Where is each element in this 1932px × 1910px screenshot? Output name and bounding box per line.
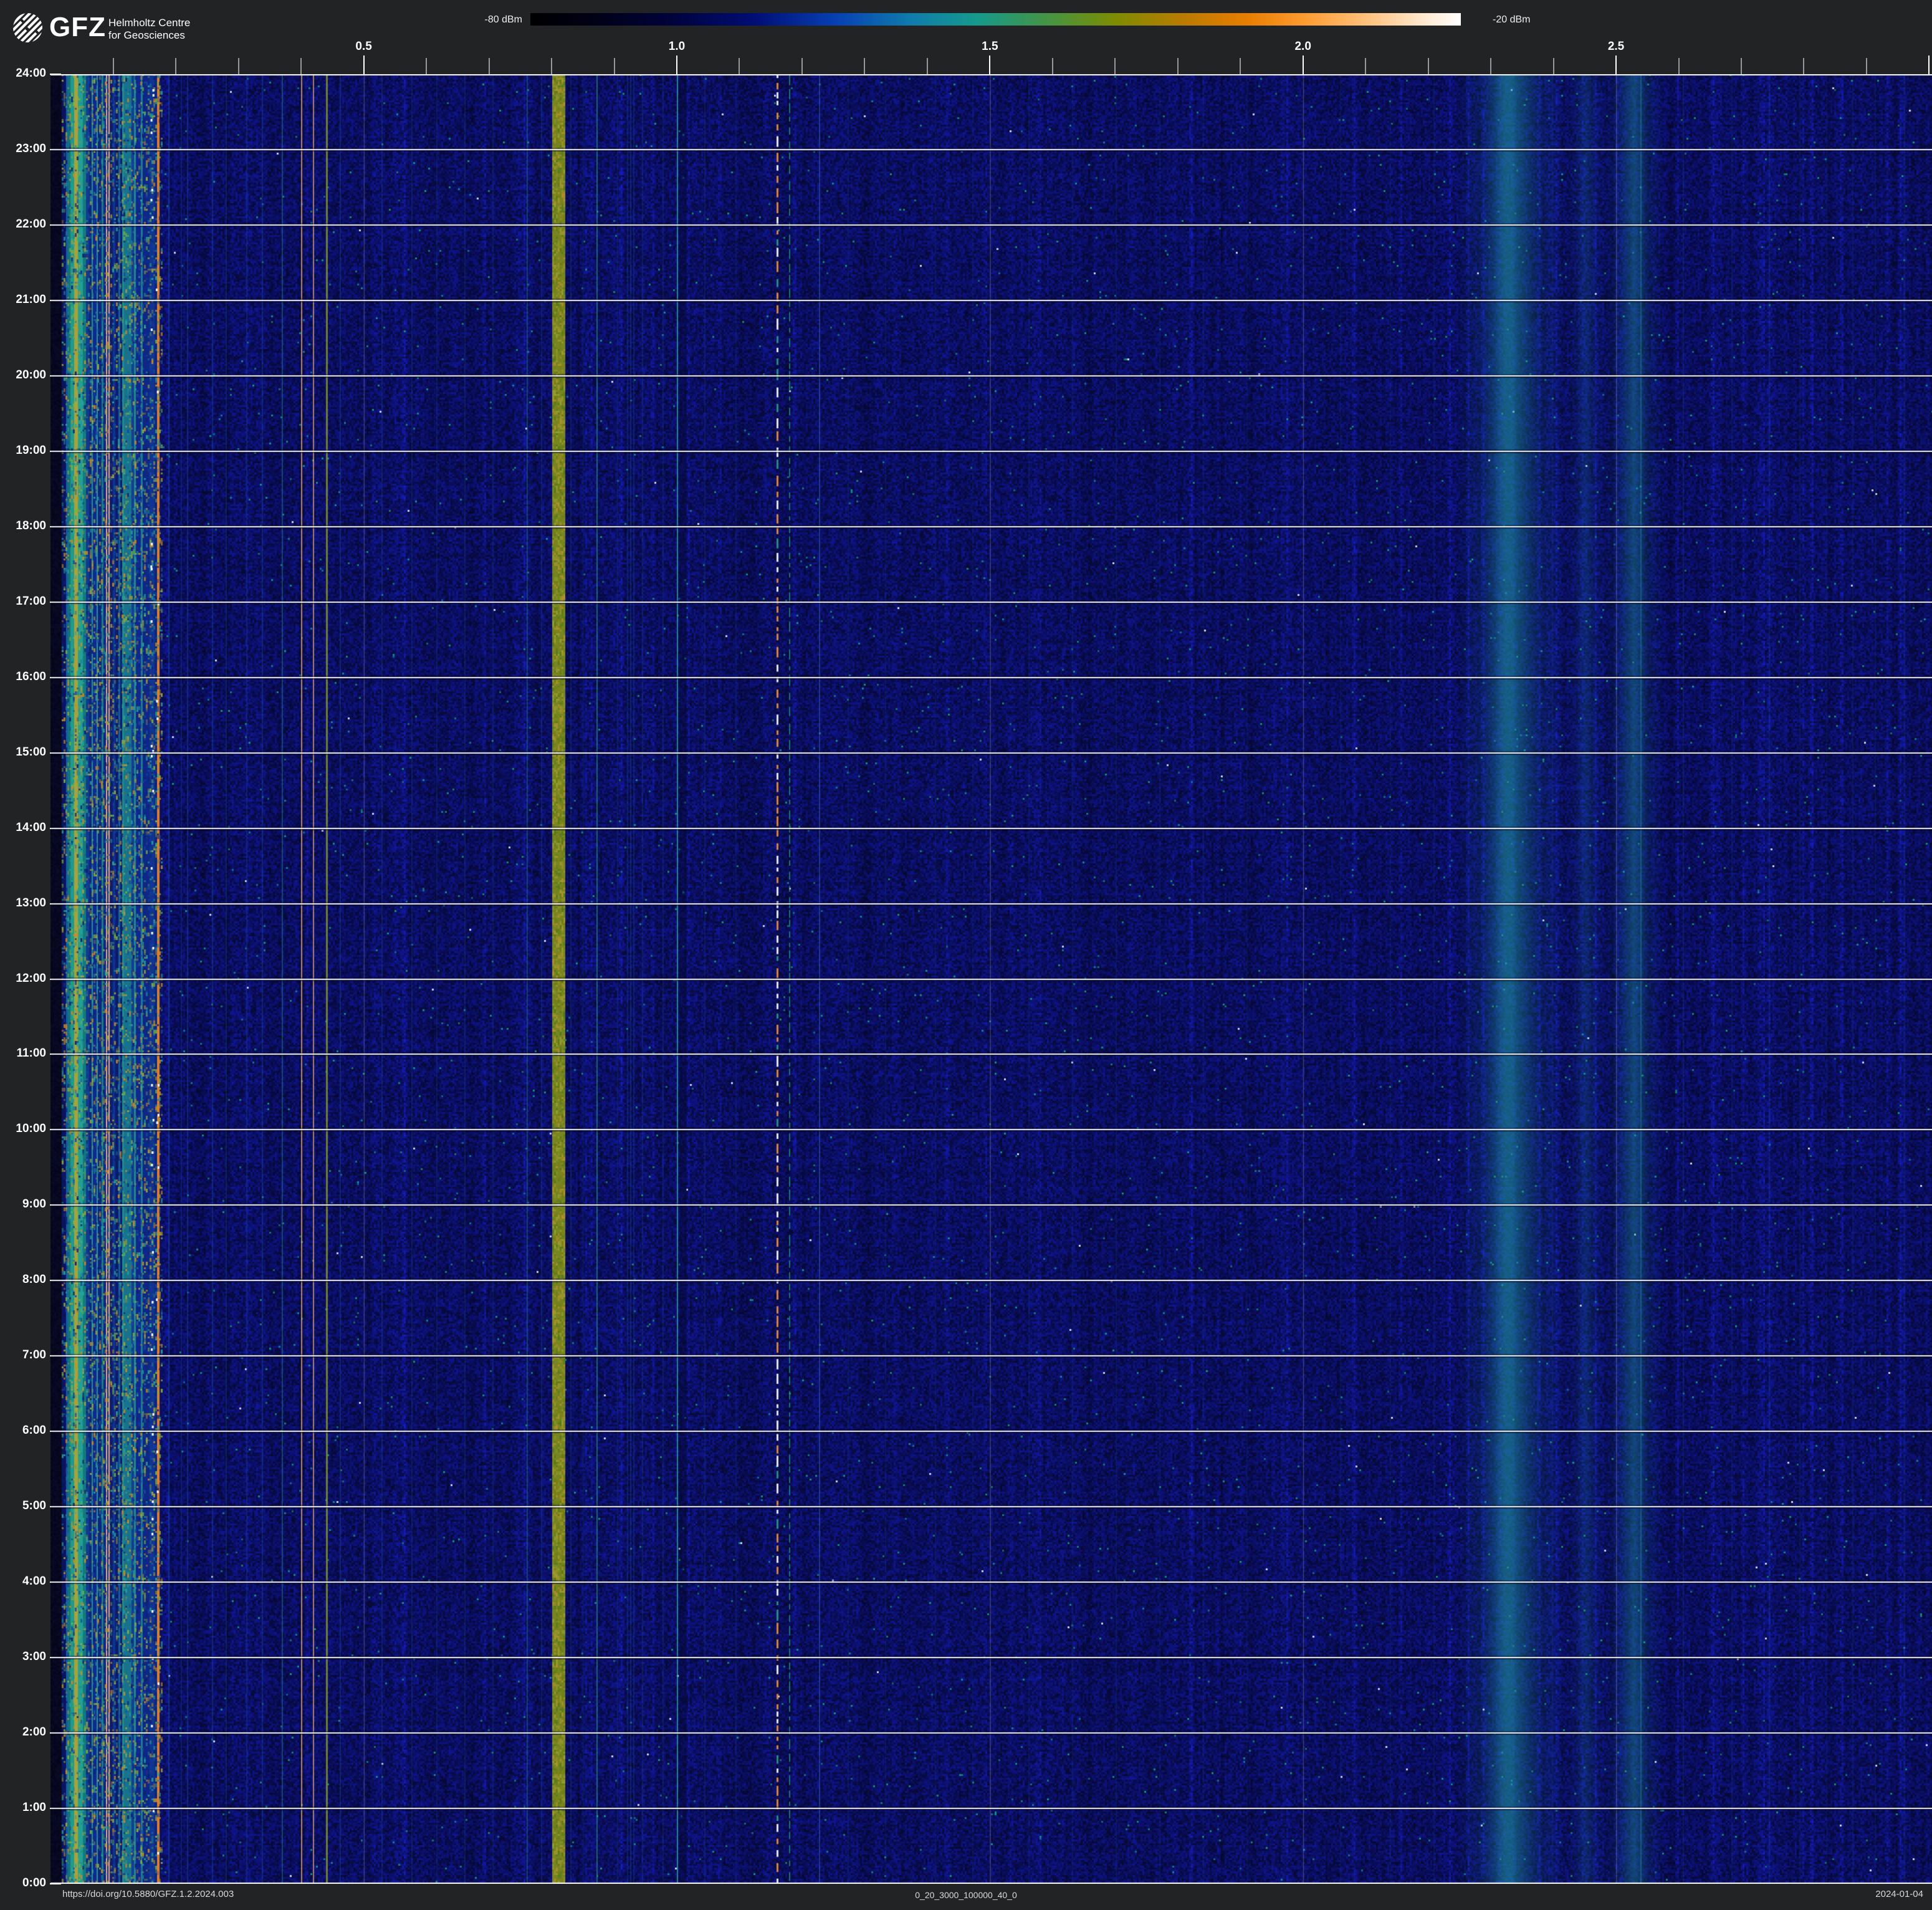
time-tick-label: 6:00: [1, 1424, 46, 1437]
gfz-logo-icon: [12, 12, 43, 43]
freq-tick-minor: [1803, 58, 1804, 74]
time-tick-label: 12:00: [1, 972, 46, 986]
freq-tick-minor: [426, 58, 427, 74]
freq-tick-minor: [1052, 58, 1053, 74]
time-tick-label: 10:00: [1, 1122, 46, 1136]
freq-tick-label: 0.5: [355, 40, 371, 54]
freq-tick-minor: [864, 58, 865, 74]
time-tick-label: 14:00: [1, 821, 46, 835]
freq-tick-minor: [300, 58, 302, 74]
org-subtitle: Helmholtz Centre for Geosciences: [108, 17, 190, 42]
time-tick-label: 22:00: [1, 218, 46, 231]
time-tick-label: 11:00: [1, 1047, 46, 1060]
freq-tick-minor: [1240, 58, 1241, 74]
freq-tick-minor: [175, 58, 176, 74]
time-tick-label: 20:00: [1, 368, 46, 382]
freq-tick-minor: [1177, 58, 1179, 74]
date-label: 2024-01-04: [1875, 1889, 1923, 1899]
time-tick-label: 0:00: [1, 1876, 46, 1890]
freq-tick-minor: [739, 58, 740, 74]
time-tick-label: 16:00: [1, 670, 46, 684]
org-subtitle-line2: for Geosciences: [108, 29, 190, 42]
freq-tick-major: [363, 55, 365, 74]
freq-tick-minor: [113, 58, 114, 74]
freq-tick-minor: [614, 58, 615, 74]
time-tick-label: 8:00: [1, 1273, 46, 1287]
spectrogram-canvas: [50, 74, 1932, 1884]
freq-tick-label: 1.5: [982, 40, 998, 54]
freq-tick-major: [676, 55, 677, 74]
org-subtitle-line1: Helmholtz Centre: [108, 17, 190, 29]
freq-tick-minor: [1553, 58, 1554, 74]
time-tick-label: 5:00: [1, 1499, 46, 1513]
freq-tick-major: [1615, 55, 1617, 74]
time-tick-label: 7:00: [1, 1348, 46, 1362]
time-tick-label: 9:00: [1, 1197, 46, 1211]
colorbar-min-label: -80 dBm: [485, 14, 522, 26]
freq-tick-label: 2.5: [1608, 40, 1624, 54]
colorbar-max-label: -20 dBm: [1493, 14, 1530, 26]
freq-tick-major: [989, 55, 990, 74]
freq-tick-minor: [1741, 58, 1742, 74]
doi-link[interactable]: https://doi.org/10.5880/GFZ.1.2.2024.003: [62, 1889, 234, 1899]
colorbar-gradient: [530, 13, 1461, 26]
time-tick-label: 2:00: [1, 1725, 46, 1739]
freq-tick-minor: [1866, 58, 1867, 74]
time-tick-label: 4:00: [1, 1575, 46, 1588]
time-tick-label: 21:00: [1, 293, 46, 307]
time-tick-label: 18:00: [1, 519, 46, 533]
freq-tick-minor: [551, 58, 552, 74]
freq-tick-label: 1.0: [669, 40, 685, 54]
time-tick-label: 24:00: [1, 67, 46, 80]
spectrogram-page: GFZ Helmholtz Centre for Geosciences -80…: [0, 0, 1932, 1910]
time-tick-label: 17:00: [1, 595, 46, 608]
time-tick-label: 19:00: [1, 444, 46, 458]
freq-tick-major: [1303, 55, 1304, 74]
freq-tick-minor: [1114, 58, 1116, 74]
freq-tick-minor: [489, 58, 490, 74]
time-tick-label: 3:00: [1, 1650, 46, 1664]
freq-tick-minor: [1428, 58, 1429, 74]
freq-tick-label: 2.0: [1294, 40, 1311, 54]
time-tick-label: 15:00: [1, 746, 46, 759]
time-tick-label: 13:00: [1, 896, 46, 910]
freq-tick-minor: [1490, 58, 1491, 74]
freq-tick-minor: [1365, 58, 1366, 74]
dataset-id-label: 0_20_3000_100000_40_0: [915, 1890, 1017, 1900]
freq-tick-minor: [927, 58, 928, 74]
freq-tick-minor: [801, 58, 803, 74]
freq-tick-minor: [238, 58, 239, 74]
freq-tick-minor: [1678, 58, 1680, 74]
freq-tick-major: [1928, 55, 1930, 74]
time-tick-label: 1:00: [1, 1801, 46, 1815]
org-wordmark: GFZ: [49, 14, 106, 41]
time-tick-label: 23:00: [1, 142, 46, 156]
